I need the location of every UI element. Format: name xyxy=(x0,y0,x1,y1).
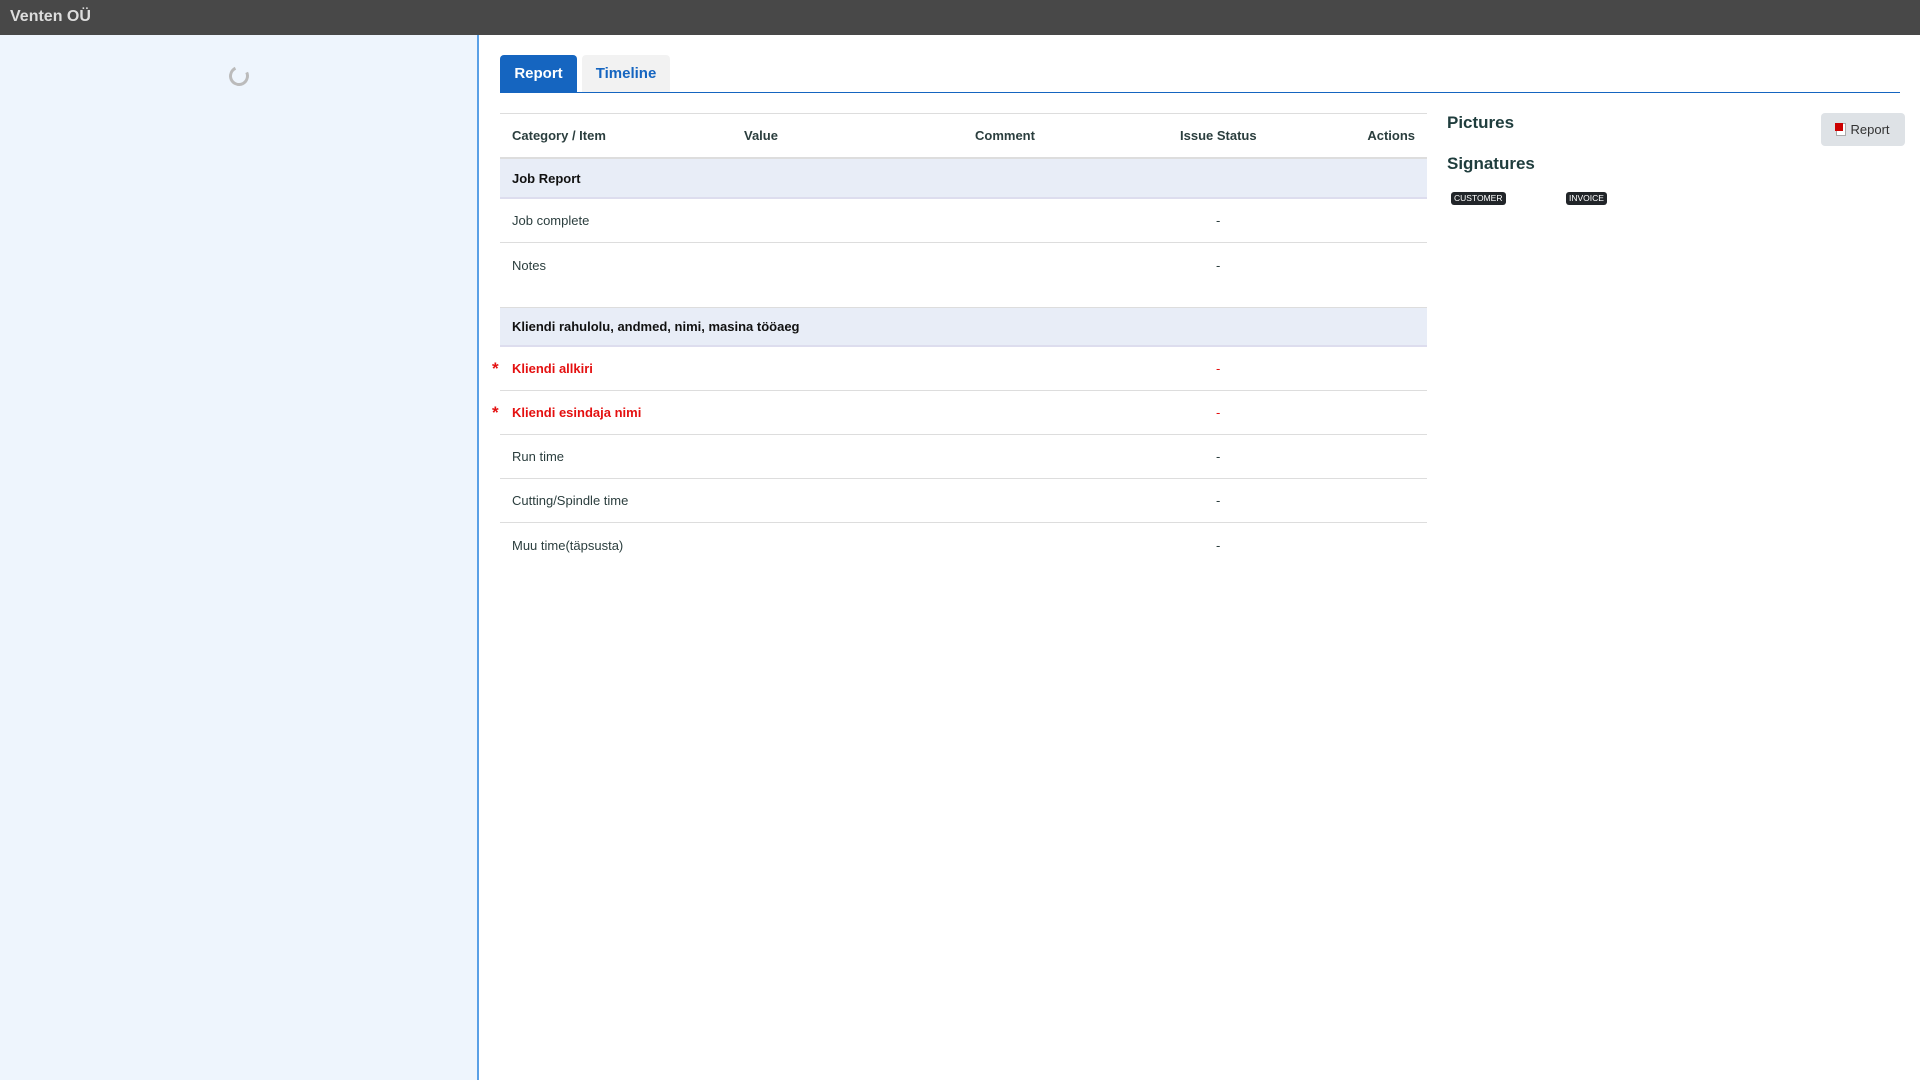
item-label: Notes xyxy=(512,257,546,273)
column-header: Actions xyxy=(1367,128,1415,143)
table-row[interactable]: * Kliendi esindaja nimi - xyxy=(492,391,1427,435)
issue-status: - xyxy=(1216,361,1221,376)
table-row[interactable]: Muu time(täpsusta) - xyxy=(500,523,1427,567)
table-row[interactable]: * Kliendi allkiri - xyxy=(492,347,1427,391)
column-header: Value xyxy=(744,128,778,143)
invoice-signature-badge[interactable]: INVOICE xyxy=(1566,192,1607,205)
pdf-icon xyxy=(1835,123,1847,136)
item-label: Job complete xyxy=(512,213,590,228)
tab-report[interactable]: Report xyxy=(500,55,577,92)
pictures-heading: Pictures xyxy=(1447,113,1515,132)
section-title: Kliendi rahulolu, andmed, nimi, masina t… xyxy=(512,319,800,334)
loading-spinner-icon xyxy=(226,63,252,89)
issue-status: - xyxy=(1216,257,1221,273)
customer-signature-badge[interactable]: CUSTOMER xyxy=(1451,192,1506,205)
issue-status: - xyxy=(1216,449,1221,464)
column-header: Issue Status xyxy=(1180,128,1257,143)
tab-bar: Report Timeline xyxy=(500,55,1900,93)
table-row[interactable]: Notes - xyxy=(500,243,1427,287)
issue-status: - xyxy=(1216,405,1221,420)
issue-status: - xyxy=(1216,537,1221,553)
tab-timeline[interactable]: Timeline xyxy=(582,55,670,92)
required-asterisk-icon: * xyxy=(492,359,499,378)
table-row[interactable]: Cutting/Spindle time - xyxy=(500,479,1427,523)
column-header: Comment xyxy=(975,128,1035,143)
signatures-heading: Signatures xyxy=(1447,154,1535,173)
item-label: Kliendi esindaja nimi xyxy=(512,405,642,420)
issue-status: - xyxy=(1216,213,1221,228)
item-label: Muu time(täpsusta) xyxy=(512,537,624,553)
top-bar: Venten OÜ xyxy=(0,0,1920,35)
report-table: Category / Item Value Comment Issue Stat… xyxy=(492,113,1427,567)
section-row: Job Report xyxy=(500,159,1427,199)
item-label: Kliendi allkiri xyxy=(512,361,593,376)
sidebar xyxy=(0,35,479,1080)
app-title: Venten OÜ xyxy=(10,8,91,25)
item-label: Cutting/Spindle time xyxy=(512,493,629,508)
table-header: Category / Item Value Comment Issue Stat… xyxy=(500,114,1427,159)
issue-status: - xyxy=(1216,493,1221,508)
required-asterisk-icon: * xyxy=(492,403,499,422)
column-header: Category / Item xyxy=(512,128,606,143)
report-pdf-button[interactable]: Report xyxy=(1821,113,1905,146)
section-title: Job Report xyxy=(512,170,581,186)
report-button-label: Report xyxy=(1850,122,1890,137)
table-row[interactable]: Job complete - xyxy=(500,199,1427,243)
section-row: Kliendi rahulolu, andmed, nimi, masina t… xyxy=(500,307,1427,347)
item-label: Run time xyxy=(512,449,565,464)
table-row[interactable]: Run time - xyxy=(500,435,1427,479)
